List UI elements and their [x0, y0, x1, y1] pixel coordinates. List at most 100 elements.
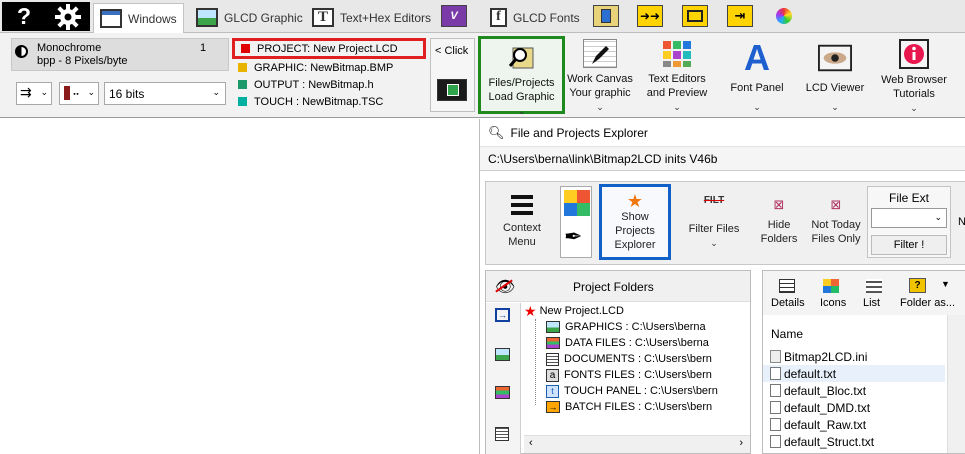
tree-item-fonts[interactable]: a FONTS FILES : C:\Users\bern	[546, 367, 750, 383]
vertical-scrollbar[interactable]	[947, 315, 965, 453]
exit-icon[interactable]: ⇥	[727, 5, 753, 27]
show-projects-line3: Explorer	[614, 239, 656, 251]
text-editors-line1: Text Editors	[648, 73, 706, 85]
explorer-path: C:\Users\berna\link\Bitmap2LCD inits V46…	[480, 147, 965, 171]
files-projects-line2: Load Graphic	[488, 91, 555, 103]
not-today-line2: Files Only	[811, 233, 861, 245]
import-icon[interactable]: →	[495, 308, 510, 322]
folder-question-icon[interactable]: ?	[909, 278, 926, 293]
tab-glcd-fonts-label: GLCD Fonts	[513, 10, 580, 25]
file-name: Bitmap2LCD.ini	[784, 349, 868, 364]
text-editors-line2: and Preview	[646, 87, 708, 99]
viewer-v-icon[interactable]: V	[441, 5, 467, 27]
font-panel-button[interactable]: A Font Panel ⌄	[722, 36, 792, 114]
main-ribbon: Monochrome 1 bpp - 8 Pixels/byte ⇉ ⌄ ⸱⸱ …	[0, 33, 965, 118]
text-file-icon	[770, 384, 781, 397]
touch-row[interactable]: TOUCH : NewBitmap.TSC	[232, 93, 426, 110]
file-ext-dropdown[interactable]: ⌄	[871, 208, 947, 228]
help-button[interactable]: ?	[2, 2, 46, 31]
view-tab-folder[interactable]: Folder as...	[900, 297, 955, 309]
filter-files-button[interactable]: FILT Filter Files ⌄	[681, 184, 747, 260]
details-view-icon[interactable]	[779, 279, 795, 293]
arrows-icon[interactable]: ➜➜	[637, 5, 663, 27]
stack-icon[interactable]	[495, 386, 510, 399]
icons-view-icon[interactable]	[823, 279, 839, 293]
hide-folders-line1: Hide	[767, 219, 791, 231]
files-projects-button[interactable]: Files/Projects Load Graphic ⌄	[478, 36, 565, 116]
text-t-icon: T	[312, 8, 334, 27]
not-today-line1: Not Today	[811, 219, 861, 231]
bits-dropdown[interactable]: 16 bits ⌄	[104, 82, 226, 105]
settings-button[interactable]	[46, 2, 90, 31]
view-tab-icons[interactable]: Icons	[820, 297, 846, 309]
hide-folders-button[interactable]: ⊠ Hide Folders	[754, 184, 804, 260]
work-canvas-button[interactable]: Work Canvas Your graphic ⌄	[565, 36, 635, 114]
file-explorer-window: 🔍︎ File and Projects Explorer C:\Users\b…	[479, 119, 965, 454]
color-tiles-icon	[660, 39, 694, 68]
tree-item-batch[interactable]: → BATCH FILES : C:\Users\bern	[546, 399, 750, 415]
view-toolbar: ? ▼ Details Icons List Folder as...	[763, 271, 965, 315]
view-tab-details[interactable]: Details	[771, 297, 805, 309]
save-button[interactable]	[437, 79, 467, 101]
horizontal-scrollbar[interactable]: ‹ ›	[524, 435, 750, 453]
device-icon[interactable]	[593, 5, 619, 27]
file-item[interactable]: default_Struct.txt	[763, 433, 945, 450]
web-browser-line2: Tutorials	[893, 88, 935, 100]
filter-files-label: Filter Files	[688, 223, 740, 235]
project-info-list: PROJECT: New Project.LCD GRAPHIC: NewBit…	[232, 38, 426, 113]
magnifier-folder-icon	[505, 42, 539, 72]
file-item[interactable]: default_Raw.txt	[763, 416, 945, 433]
tree-item-data[interactable]: DATA FILES : C:\Users\berna	[546, 335, 750, 351]
show-projects-button[interactable]: ★ Show Projects Explorer	[599, 184, 671, 260]
explorer-title: File and Projects Explorer	[510, 125, 648, 140]
lcd-viewer-button[interactable]: LCD Viewer ⌄	[800, 36, 870, 114]
tree-item-documents[interactable]: DOCUMENTS : C:\Users\bern	[546, 351, 750, 367]
not-today-button[interactable]: ⊠ Not Today Files Only	[806, 184, 866, 260]
file-name: default_Struct.txt	[784, 434, 875, 449]
color-wheel-icon[interactable]	[771, 5, 797, 27]
file-item[interactable]: default_Bloc.txt	[763, 382, 945, 399]
tab-glcd-fonts[interactable]: f GLCD Fonts	[484, 4, 586, 31]
view-tab-list[interactable]: List	[863, 297, 880, 309]
filter-button[interactable]: Filter !	[871, 235, 947, 255]
context-menu-button[interactable]: Context Menu	[490, 184, 554, 260]
file-item-selected[interactable]: default.txt	[763, 365, 945, 382]
name-column-header[interactable]: Name	[771, 327, 803, 341]
project-row[interactable]: PROJECT: New Project.LCD	[232, 38, 426, 59]
tree-item-touch[interactable]: t TOUCH PANEL : C:\Users\bern	[546, 383, 750, 399]
tab-text-hex[interactable]: T Text+Hex Editors	[306, 4, 437, 31]
bit-order-dropdown[interactable]: ⸱⸱ ⌄	[59, 82, 99, 105]
project-tree: ★ New Project.LCD GRAPHICS : C:\Users\be…	[524, 303, 750, 435]
file-item[interactable]: default_DMD.txt	[763, 399, 945, 416]
tab-glcd-graphic[interactable]: GLCD Graphic	[190, 4, 309, 31]
scroll-left-icon[interactable]: ‹	[529, 437, 533, 449]
file-item[interactable]: Bitmap2LCD.ini	[763, 348, 945, 365]
file-list: Bitmap2LCD.ini default.txt default_Bloc.…	[763, 348, 945, 450]
text-file-icon	[770, 435, 781, 448]
film-icon[interactable]	[682, 5, 708, 27]
chevron-down-icon: ⌄	[40, 87, 48, 97]
tree-item-graphics[interactable]: GRAPHICS : C:\Users\berna	[546, 319, 750, 335]
web-browser-button[interactable]: Web Browser Tutorials ⌄	[876, 36, 952, 114]
output-row[interactable]: OUTPUT : NewBitmap.h	[232, 76, 426, 93]
graphic-row[interactable]: GRAPHIC: NewBitmap.BMP	[232, 59, 426, 76]
magnifier-icon: 🔍︎	[488, 124, 505, 140]
picture-icon[interactable]	[495, 348, 510, 361]
scan-direction-dropdown[interactable]: ⇉ ⌄	[16, 82, 52, 105]
mini-tools-group[interactable]: ✒	[560, 186, 592, 258]
list-view-icon[interactable]	[866, 279, 882, 293]
hide-folders-line2: Folders	[760, 233, 798, 245]
document-icon[interactable]	[495, 427, 509, 441]
web-browser-line1: Web Browser	[881, 74, 947, 86]
tab-windows[interactable]: Windows	[93, 3, 184, 33]
work-canvas-line1: Work Canvas	[567, 73, 633, 85]
star-icon: ★	[626, 191, 644, 211]
caret-down-icon[interactable]: ▼	[941, 279, 950, 289]
text-editors-button[interactable]: Text Editors and Preview ⌄	[641, 36, 713, 114]
tree-project-root[interactable]: ★ New Project.LCD	[524, 303, 750, 319]
scroll-right-icon[interactable]: ›	[739, 437, 743, 449]
chevron-down-icon: ⌄	[831, 102, 839, 112]
chevron-down-icon: ⌄	[517, 106, 526, 116]
picture-icon	[196, 8, 218, 27]
scan-arrows-icon: ⇉	[20, 84, 32, 100]
